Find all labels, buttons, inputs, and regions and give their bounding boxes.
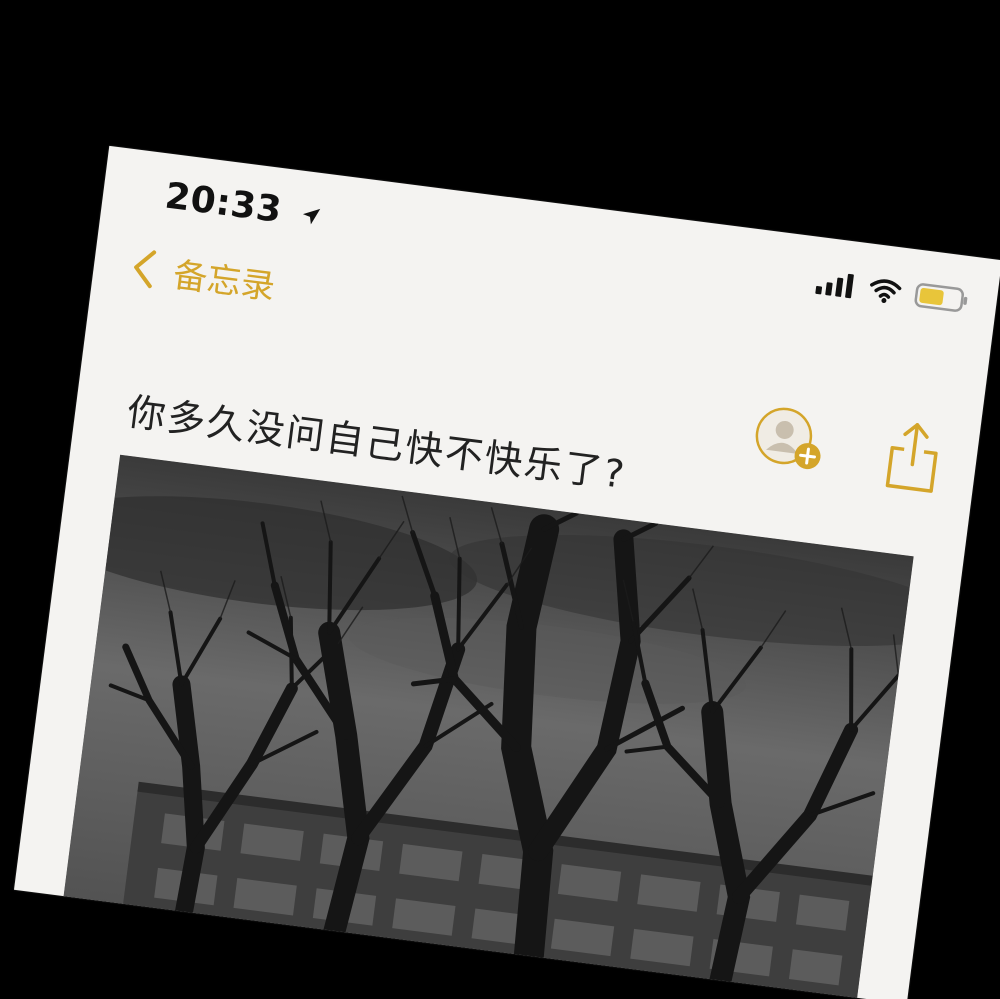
status-time: 20:33 [163, 176, 325, 237]
battery-icon [914, 283, 968, 312]
screen: 20:33 备忘录 你多久没问自己快不快乐了? [0, 0, 1000, 999]
status-time-text: 20:33 [162, 175, 285, 232]
notes-screenshot-card: 20:33 备忘录 你多久没问自己快不快乐了? [13, 145, 1000, 999]
chevron-left-icon [134, 249, 157, 288]
note-toolbar [749, 400, 945, 495]
cellular-signal-icon [815, 273, 854, 299]
back-button[interactable]: 备忘录 [129, 242, 278, 309]
back-button-label: 备忘录 [170, 255, 278, 308]
location-arrow-icon [303, 208, 321, 225]
wifi-icon [870, 279, 902, 304]
share-icon[interactable] [882, 417, 945, 495]
note-photo-bare-trees[interactable] [60, 454, 914, 999]
bare-trees-image [60, 454, 914, 999]
status-indicators [814, 269, 970, 314]
add-person-icon[interactable] [749, 402, 831, 479]
